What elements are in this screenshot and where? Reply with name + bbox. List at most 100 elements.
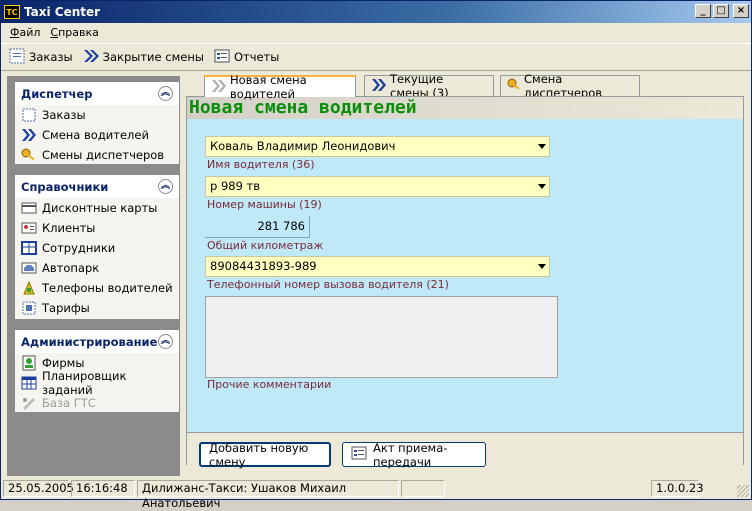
driver-phone-value: 89084431893-989 (210, 259, 317, 273)
sidebar-item-label: Планировщик заданий (42, 369, 127, 397)
group-title: Администрирование (21, 334, 158, 349)
sidebar-item-label: Сотрудники (42, 241, 116, 255)
minimize-button[interactable]: _ (695, 4, 711, 18)
group-administration: Администрирование ︽ Фирмы Планировщик за… (14, 329, 180, 413)
tab-strip: Новая смена водителей Текущие смены (3) … (186, 72, 742, 101)
new-shift-panel: Новая смена водителей Коваль Владимир Ле… (186, 96, 744, 469)
car-icon (21, 261, 37, 275)
menu-file[interactable]: Файл (5, 26, 45, 39)
id-card-icon (21, 221, 37, 235)
status-time: 16:16:48 (71, 480, 135, 497)
car-number-value: р 989 тв (210, 179, 261, 193)
navigation-panel: Диспетчер ︽ Заказы Смена водителей Смены… (7, 76, 180, 476)
handover-act-button[interactable]: Акт приема-передачи (342, 440, 486, 469)
comments-textarea[interactable] (205, 296, 558, 378)
status-version: 1.0.0.23 (651, 480, 704, 497)
collapse-icon[interactable]: ︽ (158, 86, 173, 101)
close-button[interactable]: × (733, 4, 749, 18)
double-arrow-icon (83, 49, 99, 66)
tariff-icon (21, 301, 37, 315)
add-new-shift-label: Добавить новую смену (209, 440, 309, 469)
driver-select[interactable]: Коваль Владимир Леонидович (205, 136, 550, 157)
sidebar-item-label: Дисконтные карты (42, 201, 158, 215)
status-date: 25.05.2005 (3, 480, 74, 497)
resize-grip[interactable] (737, 485, 749, 497)
tab-label: Новая смена водителей (230, 73, 307, 101)
reports-icon (214, 48, 230, 67)
toolbar: Заказы Закрытие смены Отчеты (1, 43, 751, 71)
sidebar-item-orders[interactable]: Заказы (15, 105, 179, 125)
handover-act-label: Акт приема-передачи (373, 440, 448, 469)
toolbar-orders-label: Заказы (29, 50, 73, 64)
group-references: Справочники ︽ Дисконтные карты Клиенты С… (14, 174, 180, 320)
sidebar-item-tariffs[interactable]: Тарифы (15, 298, 179, 318)
sidebar-item-dispatcher-shifts[interactable]: Смены диспетчеров (15, 145, 179, 165)
status-spacer (447, 480, 649, 497)
collapse-icon[interactable]: ︽ (158, 334, 173, 349)
driver-select-value: Коваль Владимир Леонидович (210, 139, 396, 153)
phone-icon (21, 280, 37, 295)
group-dispatcher: Диспетчер ︽ Заказы Смена водителей Смены… (14, 81, 180, 165)
sidebar-item-label: Смены диспетчеров (42, 148, 165, 162)
driver-label: Имя водителя (36) (207, 158, 315, 171)
action-bar: Добавить новую смену Акт приема-передачи (187, 432, 743, 469)
toolbar-reports-button[interactable]: Отчеты (214, 48, 279, 67)
double-arrow-icon (211, 79, 227, 95)
table-icon (21, 241, 37, 255)
key-icon (21, 148, 37, 162)
sidebar-item-label: Телефоны водителей (42, 281, 173, 295)
group-title: Справочники (21, 179, 109, 194)
status-empty-panel (401, 480, 445, 497)
maximize-button[interactable]: □ (713, 4, 729, 18)
sidebar-item-label: Смена водителей (42, 128, 149, 142)
app-window: TC Taxi Center _ □ × Файл Справка Заказы… (0, 0, 752, 510)
toolbar-orders-button[interactable]: Заказы (9, 48, 73, 67)
toolbar-close-shift-label: Закрытие смены (102, 50, 204, 64)
menu-bar: Файл Справка (1, 23, 751, 42)
group-header-administration[interactable]: Администрирование ︽ (15, 330, 179, 353)
sidebar-item-scheduler[interactable]: Планировщик заданий (15, 369, 179, 397)
mileage-input[interactable]: 281 786 (205, 216, 310, 238)
driver-phone-select[interactable]: 89084431893-989 (205, 256, 550, 277)
tab-new-driver-shift[interactable]: Новая смена водителей (204, 73, 356, 101)
sidebar-item-label: Заказы (42, 108, 86, 122)
sidebar-item-label: Автопарк (42, 261, 100, 275)
group-header-references[interactable]: Справочники ︽ (15, 175, 179, 198)
database-icon (21, 396, 37, 410)
add-new-shift-button[interactable]: Добавить новую смену (199, 440, 331, 469)
menu-help[interactable]: Справка (45, 26, 103, 39)
scheduler-icon (21, 376, 37, 390)
group-header-dispatcher[interactable]: Диспетчер ︽ (15, 82, 179, 105)
toolbar-close-shift-button[interactable]: Закрытие смены (83, 49, 204, 66)
chevron-down-icon[interactable] (538, 184, 546, 189)
reports-icon (351, 445, 367, 464)
title-bar[interactable]: TC Taxi Center _ □ × (1, 1, 751, 23)
collapse-icon[interactable]: ︽ (158, 179, 173, 194)
status-bar: 25.05.2005 16:16:48 Дилижанс-Такси: Ушак… (1, 478, 751, 510)
toolbar-reports-label: Отчеты (233, 50, 280, 64)
tab-dispatcher-shift[interactable]: Смена диспетчеров (500, 72, 640, 100)
sidebar-item-clients[interactable]: Клиенты (15, 218, 179, 238)
sidebar-item-fleet[interactable]: Автопарк (15, 258, 179, 278)
sidebar-item-driver-phones[interactable]: Телефоны водителей (15, 278, 179, 298)
card-icon (21, 201, 37, 215)
orders-icon (21, 108, 37, 122)
firm-icon (21, 355, 37, 371)
sidebar-item-label: Тарифы (42, 301, 90, 315)
chevron-down-icon[interactable] (538, 144, 546, 149)
orders-icon (9, 48, 25, 67)
window-title: Taxi Center (24, 5, 101, 19)
sidebar-item-label: Клиенты (42, 221, 96, 235)
sidebar-item-label: База ГТС (42, 396, 96, 410)
car-number-select[interactable]: р 989 тв (205, 176, 550, 197)
tab-current-shifts[interactable]: Текущие смены (3) (364, 72, 494, 100)
mileage-label: Общий километраж (207, 239, 324, 252)
app-logo-icon: TC (4, 5, 20, 19)
key-icon (507, 78, 521, 95)
chevron-down-icon[interactable] (538, 264, 546, 269)
sidebar-item-discount-cards[interactable]: Дисконтные карты (15, 198, 179, 218)
sidebar-item-employees[interactable]: Сотрудники (15, 238, 179, 258)
sidebar-item-driver-shift[interactable]: Смена водителей (15, 125, 179, 145)
driver-phone-label: Телефонный номер вызова водителя (21) (207, 278, 449, 291)
sidebar-item-label: Фирмы (42, 356, 85, 370)
